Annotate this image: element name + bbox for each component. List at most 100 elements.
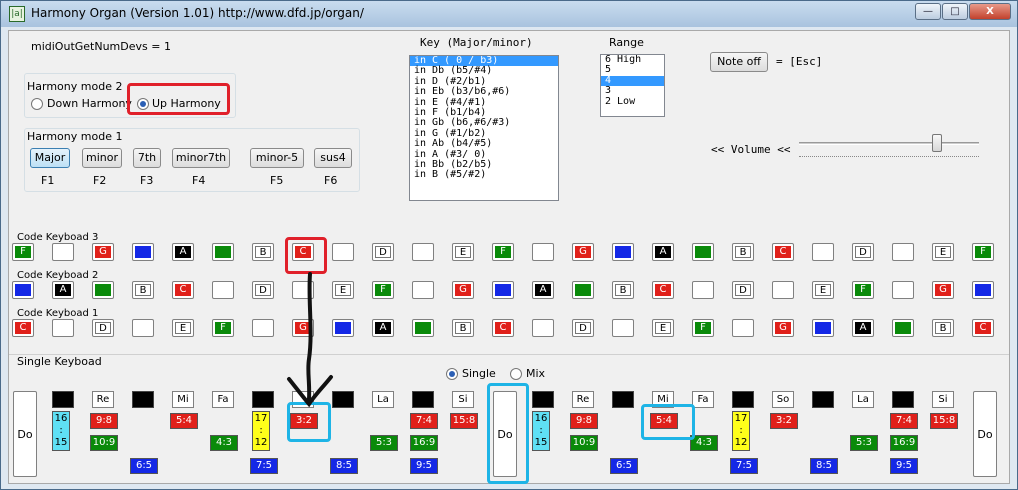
code-key[interactable]: G xyxy=(932,281,954,299)
code-key[interactable] xyxy=(132,319,154,337)
code-key[interactable] xyxy=(892,243,914,261)
code-key[interactable]: B xyxy=(732,243,754,261)
code-key[interactable] xyxy=(732,319,754,337)
code-key[interactable]: A xyxy=(52,281,74,299)
major-button[interactable]: Major xyxy=(30,148,70,168)
range-listbox[interactable]: 6 High 5 4 3 2 Low xyxy=(600,54,665,117)
code-key[interactable]: G xyxy=(92,243,114,261)
code-key[interactable]: F xyxy=(212,319,234,337)
range-list-item[interactable]: 3 xyxy=(601,85,664,96)
code-key[interactable] xyxy=(412,319,434,337)
single-black-key[interactable] xyxy=(132,391,154,408)
code-key[interactable]: E xyxy=(172,319,194,337)
code-key[interactable]: B xyxy=(252,243,274,261)
single-black-key[interactable] xyxy=(252,391,274,408)
code-key[interactable]: D xyxy=(732,281,754,299)
code-key[interactable]: F xyxy=(852,281,874,299)
code-key[interactable] xyxy=(212,243,234,261)
maximize-button[interactable]: □ xyxy=(942,3,968,20)
code-key[interactable]: E xyxy=(652,319,674,337)
code-key[interactable] xyxy=(252,319,274,337)
single-black-key[interactable] xyxy=(732,391,754,408)
single-note-key[interactable]: So xyxy=(772,391,794,408)
code-key[interactable]: F xyxy=(372,281,394,299)
single-radio[interactable] xyxy=(446,368,458,380)
code-key[interactable] xyxy=(612,243,634,261)
single-note-key[interactable]: Mi xyxy=(172,391,194,408)
code-key[interactable]: A xyxy=(172,243,194,261)
code-key[interactable]: B xyxy=(452,319,474,337)
key-list-item[interactable]: in B (#5/#2) xyxy=(410,169,558,180)
single-black-key[interactable] xyxy=(412,391,434,408)
code-key[interactable]: F xyxy=(692,319,714,337)
single-do-key[interactable]: Do xyxy=(973,391,997,477)
code-key[interactable]: G xyxy=(772,319,794,337)
minor-button[interactable]: minor xyxy=(82,148,122,168)
code-key[interactable]: C xyxy=(492,319,514,337)
code-key[interactable] xyxy=(532,319,554,337)
code-key[interactable] xyxy=(92,281,114,299)
title-bar[interactable]: |a| Harmony Organ (Version 1.01) http://… xyxy=(1,1,1017,27)
code-key[interactable] xyxy=(12,281,34,299)
code-key[interactable] xyxy=(332,243,354,261)
key-list-item[interactable]: in Eb (b3/b6,#6) xyxy=(410,86,558,97)
code-key[interactable] xyxy=(572,281,594,299)
single-black-key[interactable] xyxy=(812,391,834,408)
single-note-key[interactable]: Re xyxy=(572,391,594,408)
code-key[interactable] xyxy=(892,319,914,337)
code-key[interactable] xyxy=(692,243,714,261)
code-key[interactable] xyxy=(492,281,514,299)
code-key[interactable]: C xyxy=(652,281,674,299)
code-key[interactable] xyxy=(52,319,74,337)
volume-track[interactable] xyxy=(799,142,979,145)
code-key[interactable]: E xyxy=(812,281,834,299)
code-key[interactable]: D xyxy=(252,281,274,299)
single-note-key[interactable]: La xyxy=(372,391,394,408)
code-key[interactable] xyxy=(612,319,634,337)
minor-5-button[interactable]: minor-5 xyxy=(250,148,304,168)
code-key[interactable]: D xyxy=(572,319,594,337)
code-key[interactable] xyxy=(812,243,834,261)
single-note-key[interactable]: Re xyxy=(92,391,114,408)
minor7th-button[interactable]: minor7th xyxy=(172,148,230,168)
code-key[interactable]: G xyxy=(452,281,474,299)
sus4-button[interactable]: sus4 xyxy=(314,148,352,168)
code-key[interactable]: E xyxy=(932,243,954,261)
code-key[interactable]: A xyxy=(372,319,394,337)
key-listbox[interactable]: in C ( 0 / b3) in Db (b5/#4) in D (#2/b1) i… xyxy=(409,55,559,201)
code-key[interactable]: F xyxy=(492,243,514,261)
code-key[interactable]: F xyxy=(972,243,994,261)
code-key[interactable] xyxy=(692,281,714,299)
key-list-item[interactable]: in Ab (b4/#5) xyxy=(410,138,558,149)
code-key[interactable]: D xyxy=(92,319,114,337)
single-black-key[interactable] xyxy=(612,391,634,408)
code-key[interactable]: D xyxy=(372,243,394,261)
code-key[interactable]: B xyxy=(612,281,634,299)
code-key[interactable] xyxy=(212,281,234,299)
down-harmony-radio[interactable] xyxy=(31,98,43,110)
single-do-key[interactable]: Do xyxy=(493,391,517,477)
code-key[interactable]: D xyxy=(852,243,874,261)
seventh-button[interactable]: 7th xyxy=(133,148,161,168)
note-off-button[interactable]: Note off xyxy=(710,52,768,72)
single-black-key[interactable] xyxy=(892,391,914,408)
code-key[interactable] xyxy=(132,243,154,261)
single-note-key[interactable]: Fa xyxy=(692,391,714,408)
code-key[interactable]: A xyxy=(652,243,674,261)
minimize-button[interactable]: — xyxy=(915,3,941,20)
code-key[interactable] xyxy=(892,281,914,299)
code-key[interactable]: B xyxy=(132,281,154,299)
single-black-key[interactable] xyxy=(52,391,74,408)
close-button[interactable]: X xyxy=(969,3,1011,20)
code-key[interactable]: B xyxy=(932,319,954,337)
mix-radio[interactable] xyxy=(510,368,522,380)
code-key[interactable]: A xyxy=(852,319,874,337)
code-key[interactable]: C xyxy=(172,281,194,299)
single-note-key[interactable]: La xyxy=(852,391,874,408)
code-key[interactable]: F xyxy=(12,243,34,261)
code-key[interactable] xyxy=(972,281,994,299)
code-key[interactable] xyxy=(412,243,434,261)
code-key[interactable] xyxy=(52,243,74,261)
up-harmony-radio[interactable] xyxy=(137,98,149,110)
code-key[interactable] xyxy=(532,243,554,261)
